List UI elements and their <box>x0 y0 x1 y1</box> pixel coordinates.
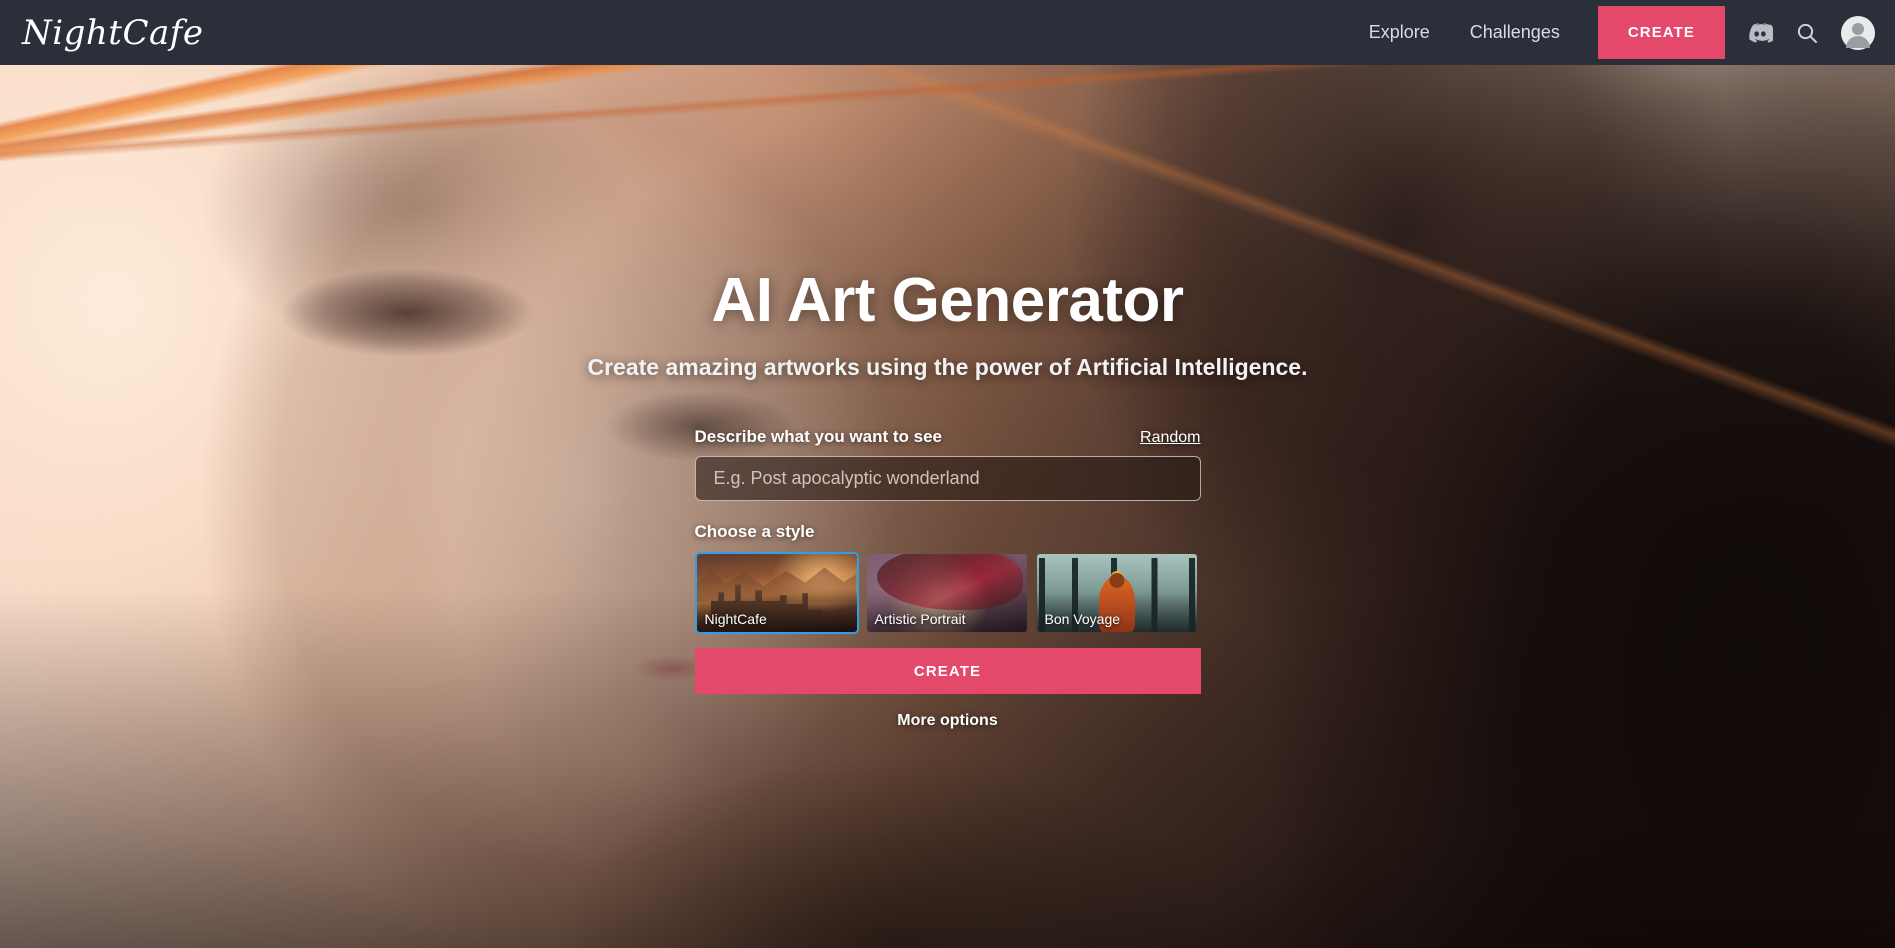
prompt-label: Describe what you want to see <box>694 427 943 446</box>
nav-link-explore[interactable]: Explore <box>1349 0 1450 65</box>
style-list: NightCafe Artistic Portrait Bon Voyage <box>694 552 1201 634</box>
style-card-bon-voyage[interactable]: Bon Voyage <box>1035 552 1199 634</box>
thumbnail-hair <box>876 554 1023 610</box>
random-prompt-link[interactable]: Random <box>1140 429 1200 447</box>
nightcafe-logo[interactable]: NightCafe <box>22 13 203 53</box>
page-title: AI Art Generator <box>711 266 1184 335</box>
main-content: AI Art Generator Create amazing artworks… <box>0 65 1895 948</box>
prompt-input[interactable] <box>694 456 1201 501</box>
page-subtitle: Create amazing artworks using the power … <box>587 354 1308 380</box>
header-nav: Explore Challenges CREATE <box>1349 0 1895 65</box>
style-label: Choose a style <box>694 522 815 541</box>
style-card-label: NightCafe <box>704 611 767 627</box>
site-header: NightCafe Explore Challenges CREATE <box>0 0 1895 65</box>
art-generator-form: Describe what you want to see Random Cho… <box>694 427 1201 730</box>
more-options-link[interactable]: More options <box>695 712 1201 730</box>
header-create-button[interactable]: CREATE <box>1597 6 1725 59</box>
search-icon[interactable] <box>1795 21 1819 45</box>
style-card-label: Bon Voyage <box>1044 611 1121 627</box>
nav-link-challenges[interactable]: Challenges <box>1450 0 1580 65</box>
style-card-artistic-portrait[interactable]: Artistic Portrait <box>865 552 1029 634</box>
discord-icon[interactable] <box>1747 20 1773 46</box>
thumbnail-figure-head <box>1109 573 1124 588</box>
style-card-nightcafe[interactable]: NightCafe <box>694 552 859 634</box>
avatar[interactable] <box>1841 15 1875 50</box>
prompt-label-row: Describe what you want to see Random <box>695 427 1201 447</box>
style-card-label: Artistic Portrait <box>874 611 966 627</box>
create-button[interactable]: CREATE <box>694 648 1201 694</box>
